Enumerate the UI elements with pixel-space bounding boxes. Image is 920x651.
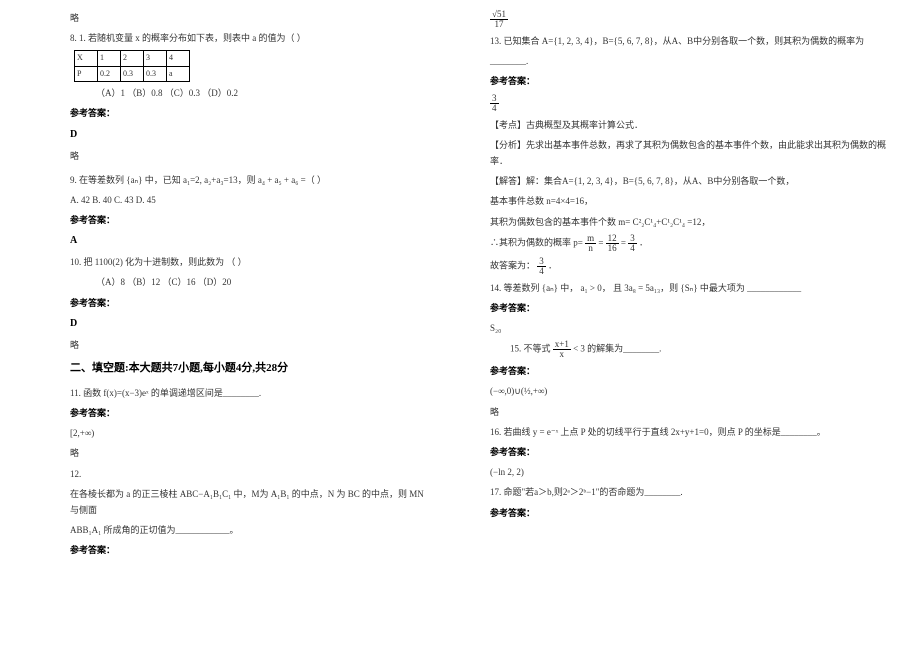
q13-kdian: 【考点】古典概型及其概率计算公式． <box>490 117 890 133</box>
q11-stem: 11. 函数 f(x)=(x−3)eˣ 的单调递增区间是________. <box>70 385 430 401</box>
t-c: a <box>167 66 190 81</box>
text: 且 3a₈ = 5a₁₃，则 {Sₙ} 中最大项为 ____________ <box>613 283 801 293</box>
frac-den: 4 <box>490 104 499 113</box>
t-c: 1 <box>98 51 121 66</box>
frac-den: 4 <box>628 244 637 253</box>
answer-label: 参考答案： <box>70 105 430 121</box>
answer-label: 参考答案： <box>70 542 430 558</box>
frac-den: 17 <box>490 20 508 29</box>
t-h: P <box>75 66 98 81</box>
q12-number: 12. <box>70 466 430 482</box>
skip-text: 略 <box>70 148 430 164</box>
q9-answer: A <box>70 232 430 250</box>
q13-stem: 13. 已知集合 A={1, 2, 3, 4}，B={5, 6, 7, 8}，从… <box>490 33 890 49</box>
frac-den: 16 <box>606 244 619 253</box>
q16-answer: (−ln 2, 2) <box>490 464 890 480</box>
answer-label: 参考答案： <box>490 363 890 379</box>
t-c: 0.3 <box>144 66 167 81</box>
text: 其积为偶数包含的基本事件个数 m= <box>490 217 630 227</box>
q8-options: （A）1 （B）0.8 （C）0.3 （D）0.2 <box>70 85 430 101</box>
answer-label: 参考答案： <box>490 300 890 316</box>
q13-fenxi: 【分析】先求出基本事件总数，再求了其积为偶数包含的基本事件个数，由此能求出其积为… <box>490 137 890 169</box>
text: < 3 的解集为________. <box>573 344 661 354</box>
q8-answer: D <box>70 126 430 144</box>
text: 故答案为： <box>490 260 535 270</box>
t-c: 4 <box>167 51 190 66</box>
frac-den: x <box>553 350 571 359</box>
q10-stem: 10. 把 1100(2) 化为十进制数，则此数为 （ ） <box>70 254 430 270</box>
q12-answer-fraction: √5117 <box>490 10 890 29</box>
q12-line2: ABB₁A₁ 所成角的正切值为____________。 <box>70 522 430 538</box>
q10-answer: D <box>70 315 430 333</box>
q8-stem: 8. 1. 若随机变量 x 的概率分布如下表，则表中 a 的值为（ ） <box>70 30 430 46</box>
combo-expr: C²₂C¹₄+C¹₂C¹₄ <box>633 217 685 227</box>
q8-table: X 1 2 3 4 P 0.2 0.3 0.3 a <box>74 50 190 82</box>
q13-jie1: 【解答】解：集合A={1, 2, 3, 4}，B={5, 6, 7, 8}，从A… <box>490 173 890 189</box>
q14-answer: S₂₀ <box>490 320 890 336</box>
q13-jie3: 其积为偶数包含的基本事件个数 m= C²₂C¹₄+C¹₂C¹₄ =12， <box>490 214 890 230</box>
frac-den: 4 <box>537 267 546 276</box>
skip-text: 略 <box>490 404 890 420</box>
t-c: 3 <box>144 51 167 66</box>
eq: = <box>598 237 603 247</box>
q15-answer: (−∞,0)∪(½,+∞) <box>490 383 890 399</box>
q11-answer: [2,+∞) <box>70 425 430 441</box>
skip-text: 略 <box>70 337 430 353</box>
q13-jie2: 基本事件总数 n=4×4=16， <box>490 193 890 209</box>
section-2-heading: 二、填空题:本大题共7小题,每小题4分,共28分 <box>70 359 430 379</box>
answer-label: 参考答案： <box>70 295 430 311</box>
q13-jie4: ∴其积为偶数的概率 p= mn = 1216 = 34 ． <box>490 234 890 253</box>
dot: ． <box>639 237 648 247</box>
answer-label: 参考答案： <box>70 212 430 228</box>
text: a₁ > 0， <box>580 283 610 293</box>
q13-blank: ________. <box>490 53 890 69</box>
t-c: 0.3 <box>121 66 144 81</box>
frac-den: n <box>585 244 596 253</box>
text: =12， <box>687 217 710 227</box>
q17-stem: 17. 命题"若a＞b,则2ᵃ＞2ᵇ−1"的否命题为________. <box>490 484 890 500</box>
answer-label: 参考答案： <box>70 405 430 421</box>
eq: = <box>621 237 626 247</box>
q14-stem: 14. 等差数列 {aₙ} 中， a₁ > 0， 且 3a₈ = 5a₁₃，则 … <box>490 280 890 296</box>
answer-label: 参考答案： <box>490 505 890 521</box>
skip-text: 略 <box>70 10 430 26</box>
answer-label: 参考答案： <box>490 444 890 460</box>
answer-label: 参考答案： <box>490 73 890 89</box>
t-c: 0.2 <box>98 66 121 81</box>
q13-answer-fraction: 34 <box>490 94 890 113</box>
q12-line1: 在各棱长都为 a 的正三棱柱 ABC−A₁B₁C₁ 中，M为 A₁B₁ 的中点，… <box>70 486 430 518</box>
t-c: 2 <box>121 51 144 66</box>
text: 14. 等差数列 {aₙ} 中， <box>490 283 578 293</box>
q16-stem: 16. 若曲线 y = e⁻ˣ 上点 P 处的切线平行于直线 2x+y+1=0，… <box>490 424 890 440</box>
t-h: X <box>75 51 98 66</box>
q15-stem: 15. 不等式 x+1x < 3 的解集为________. <box>490 340 890 359</box>
q13-jie5: 故答案为： 34 ． <box>490 257 890 276</box>
text: 15. 不等式 <box>510 344 551 354</box>
skip-text: 略 <box>70 445 430 461</box>
dot: ． <box>548 260 557 270</box>
q9-stem: 9. 在等差数列 {aₙ} 中，已知 a₁=2, a₂+a₃=13，则 a₄ +… <box>70 172 430 188</box>
q9-options: A. 42 B. 40 C. 43 D. 45 <box>70 192 430 208</box>
q10-options: （A）8 （B）12 （C）16 （D）20 <box>70 274 430 290</box>
text: ∴其积为偶数的概率 p= <box>490 237 583 247</box>
